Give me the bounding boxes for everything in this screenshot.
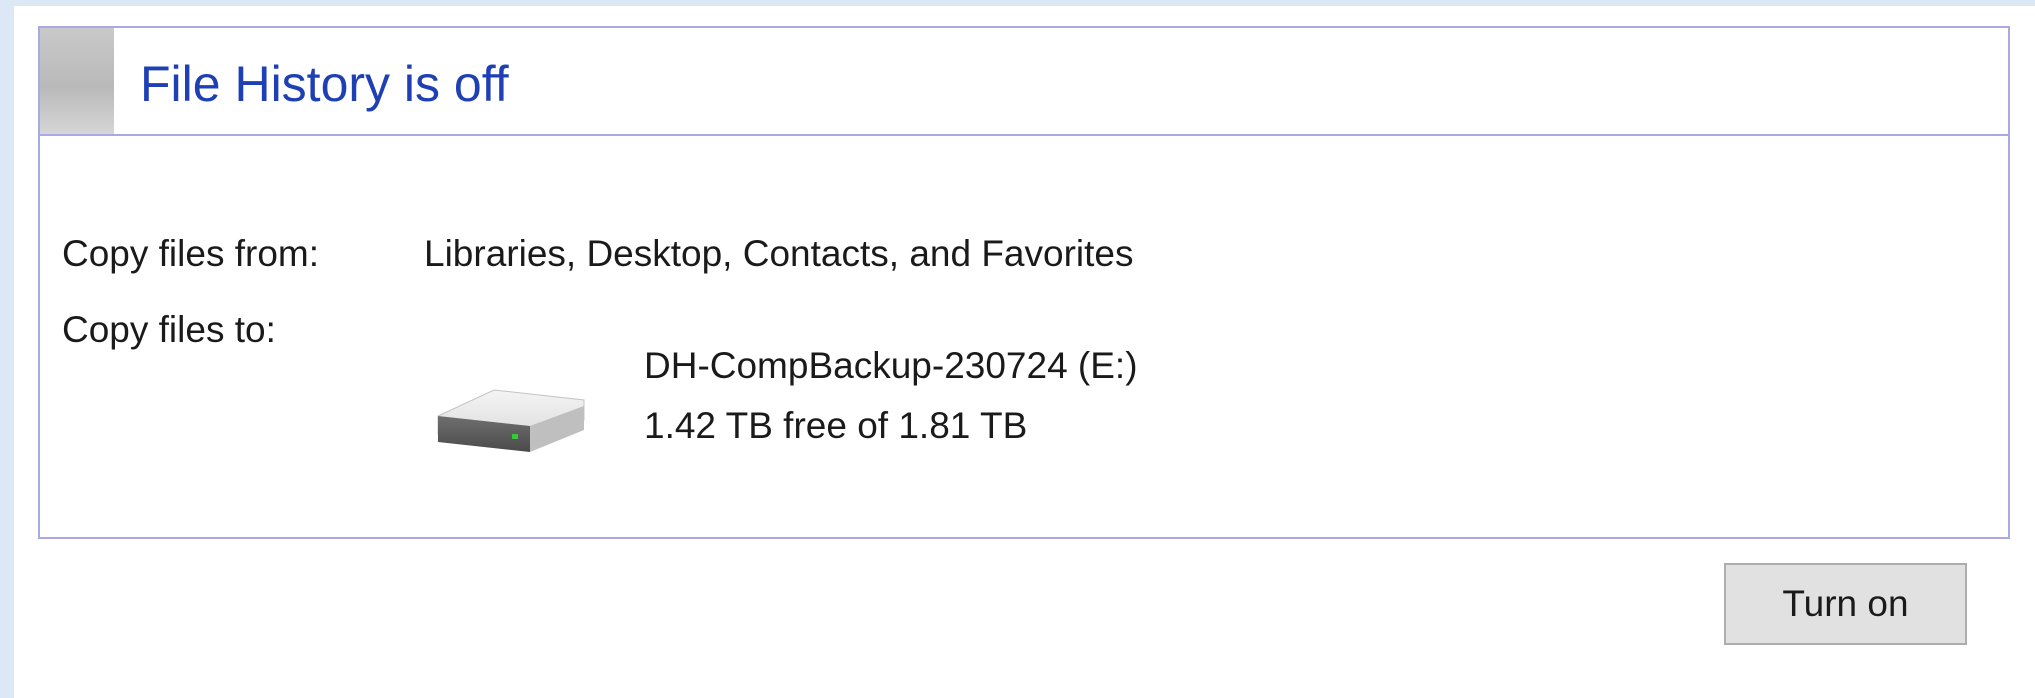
drive-name: DH-CompBackup-230724 (E:) xyxy=(644,345,1138,386)
panel-title: File History is off xyxy=(140,56,509,112)
panel-header: File History is off xyxy=(40,28,2008,136)
copy-from-value: Libraries, Desktop, Contacts, and Favori… xyxy=(424,233,1134,274)
file-history-status-panel: File History is off Copy files from: Lib… xyxy=(38,26,2010,539)
copy-to-label: Copy files to: xyxy=(62,309,276,350)
hard-drive-icon xyxy=(434,376,604,472)
drive-free-space: 1.42 TB free of 1.81 TB xyxy=(644,405,1028,446)
file-history-window: File History is off Copy files from: Lib… xyxy=(14,6,2035,698)
turn-on-button[interactable]: Turn on xyxy=(1724,563,1967,645)
header-accent-bar xyxy=(40,28,114,134)
copy-from-label: Copy files from: xyxy=(62,233,320,274)
